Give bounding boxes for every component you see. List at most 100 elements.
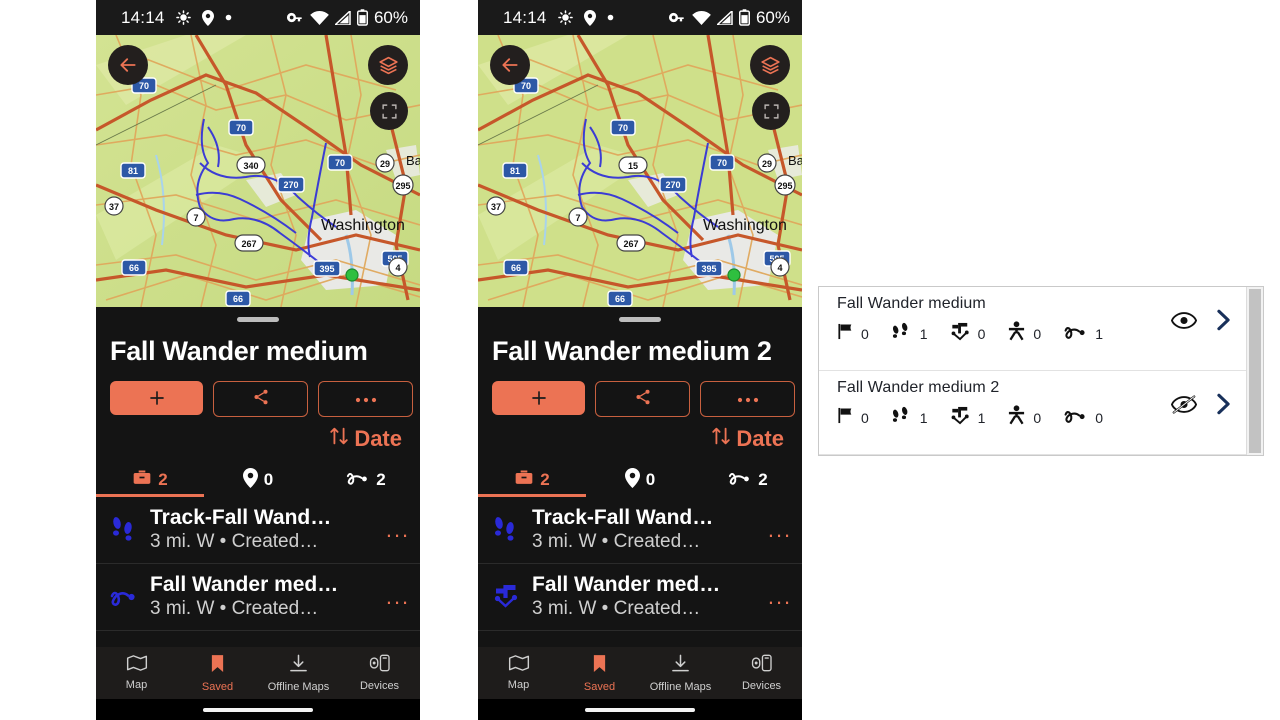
flag-icon [837,323,854,345]
sort-arrows-icon [328,425,350,453]
more-options-button[interactable] [318,381,413,417]
stat-person: 0 [1007,405,1041,430]
map-view-1[interactable]: 70 70 70 81 270 66 66 395 595 340 267 7 … [96,35,420,307]
svg-text:70: 70 [521,81,531,91]
stat-footprints-value: 1 [919,325,928,342]
battery-percent: 60% [755,7,790,27]
svg-text:395: 395 [319,264,334,274]
chevron-right-icon[interactable] [1215,309,1232,336]
battery-icon [738,9,750,26]
nav-item-offline-maps[interactable]: Offline Maps [640,647,721,699]
waypoint-marker-icon [950,322,971,346]
list-item-title: Fall Wander med… [532,573,721,597]
status-bar: 14:14 60% [478,0,802,35]
flag-icon [837,407,854,429]
add-button[interactable] [110,381,203,415]
tab-waypoints[interactable]: 0 [586,463,694,497]
share-icon [252,388,270,411]
map-layers-button[interactable] [368,45,408,85]
phone-screenshot-1: 14:14 60% 70 70 70 81 270 66 66 395 340 … [96,0,420,720]
share-button[interactable] [595,381,690,417]
list-item-text: Fall Wander med… 3 mi. W • Created… [150,573,376,620]
panel-scrollbar-thumb[interactable] [1249,289,1261,453]
map-back-button[interactable] [490,45,530,85]
svg-text:66: 66 [511,263,521,273]
tab-routes[interactable]: 2 [694,463,802,497]
nav-label-saved: Saved [201,680,234,693]
list-item-title: Fall Wander med… [150,573,339,597]
sheet-tabs-2: 2 0 2 [478,463,802,497]
map-back-button[interactable] [108,45,148,85]
devices-icon [751,654,773,677]
nav-item-map[interactable]: Map [96,647,177,699]
eye-hidden-icon[interactable] [1170,394,1198,419]
gesture-indicator[interactable] [585,707,695,712]
list-item-subtitle: 3 mi. W • Created… [150,597,319,619]
stat-footprints: 1 [891,322,928,345]
gesture-indicator[interactable] [203,707,313,712]
nav-item-saved[interactable]: Saved [559,647,640,699]
sort-control[interactable]: Date [478,425,784,453]
map-fullscreen-button[interactable] [752,92,790,130]
map-layers-button[interactable] [750,45,790,85]
sheet-tabs-1: 2 0 2 [96,463,420,497]
panel-row[interactable]: Fall Wander medium 2 0 1 1 0 0 [819,371,1246,455]
more-options-button[interactable] [700,381,795,417]
stat-flag-value: 0 [861,409,869,426]
sheet-drag-handle[interactable] [237,317,279,322]
tab-routes[interactable]: 2 [312,463,420,497]
tab-tracks[interactable]: 2 [96,463,204,497]
list-item-more-button[interactable]: ... [758,519,802,541]
squiggle-route-icon [1063,323,1088,345]
map-fullscreen-button[interactable] [370,92,408,130]
map-view-2[interactable]: 70 70 70 81 270 66 66 395 595 15 267 7 3… [478,35,802,307]
nav-label-map: Map [125,679,148,691]
nav-item-map[interactable]: Map [478,647,559,699]
list-item[interactable]: Track-Fall Wand… 3 mi. W • Created… ... [96,497,420,564]
brightness-icon [557,10,573,25]
tab-waypoints-count: 0 [645,470,656,489]
svg-text:70: 70 [139,81,149,91]
nav-item-devices[interactable]: Devices [339,647,420,699]
map-layers-icon [378,55,399,76]
eye-visible-icon[interactable] [1170,311,1198,334]
sort-arrows-icon [710,425,732,453]
svg-text:66: 66 [129,263,139,273]
chevron-right-icon[interactable] [1215,393,1232,420]
sort-control[interactable]: Date [96,425,402,453]
nav-item-offline-maps[interactable]: Offline Maps [258,647,339,699]
tab-waypoints[interactable]: 0 [204,463,312,497]
svg-text:295: 295 [777,181,792,191]
desktop-list-panel: Fall Wander medium 0 1 0 0 1 Fall Wander… [818,286,1264,456]
nav-item-saved[interactable]: Saved [177,647,258,699]
stat-footprints-value: 1 [919,409,928,426]
nav-label-devices: Devices [359,680,400,692]
share-button[interactable] [213,381,308,417]
list-item-more-button[interactable]: ... [758,586,802,608]
svg-text:7: 7 [575,213,580,223]
svg-text:81: 81 [510,166,520,176]
location-pin-icon [583,9,596,26]
status-bar-left: 14:14 [503,8,614,28]
stat-person: 0 [1007,321,1041,346]
list-item-more-button[interactable]: ... [376,519,420,541]
waypoint-marker-icon [950,406,971,430]
list-item[interactable]: Fall Wander med… 3 mi. W • Created… ... [96,564,420,631]
list-item[interactable]: Fall Wander med… 3 mi. W • Created… ... [478,564,802,631]
cellular-signal-icon [715,8,733,26]
add-button[interactable] [492,381,585,415]
svg-text:70: 70 [618,123,628,133]
sheet-drag-handle[interactable] [619,317,661,322]
nav-item-devices[interactable]: Devices [721,647,802,699]
tab-tracks[interactable]: 2 [478,463,586,497]
nav-label-offline-maps: Offline Maps [649,680,712,693]
dot-icon [607,14,614,21]
dot-icon [225,14,232,21]
panel-scrollbar[interactable] [1246,287,1263,455]
battery-icon [356,9,368,26]
panel-row[interactable]: Fall Wander medium 0 1 0 0 1 [819,287,1246,371]
svg-text:270: 270 [665,180,680,190]
list-item-more-button[interactable]: ... [376,586,420,608]
person-icon [1007,321,1026,346]
list-item[interactable]: Track-Fall Wand… 3 mi. W • Created… ... [478,497,802,564]
